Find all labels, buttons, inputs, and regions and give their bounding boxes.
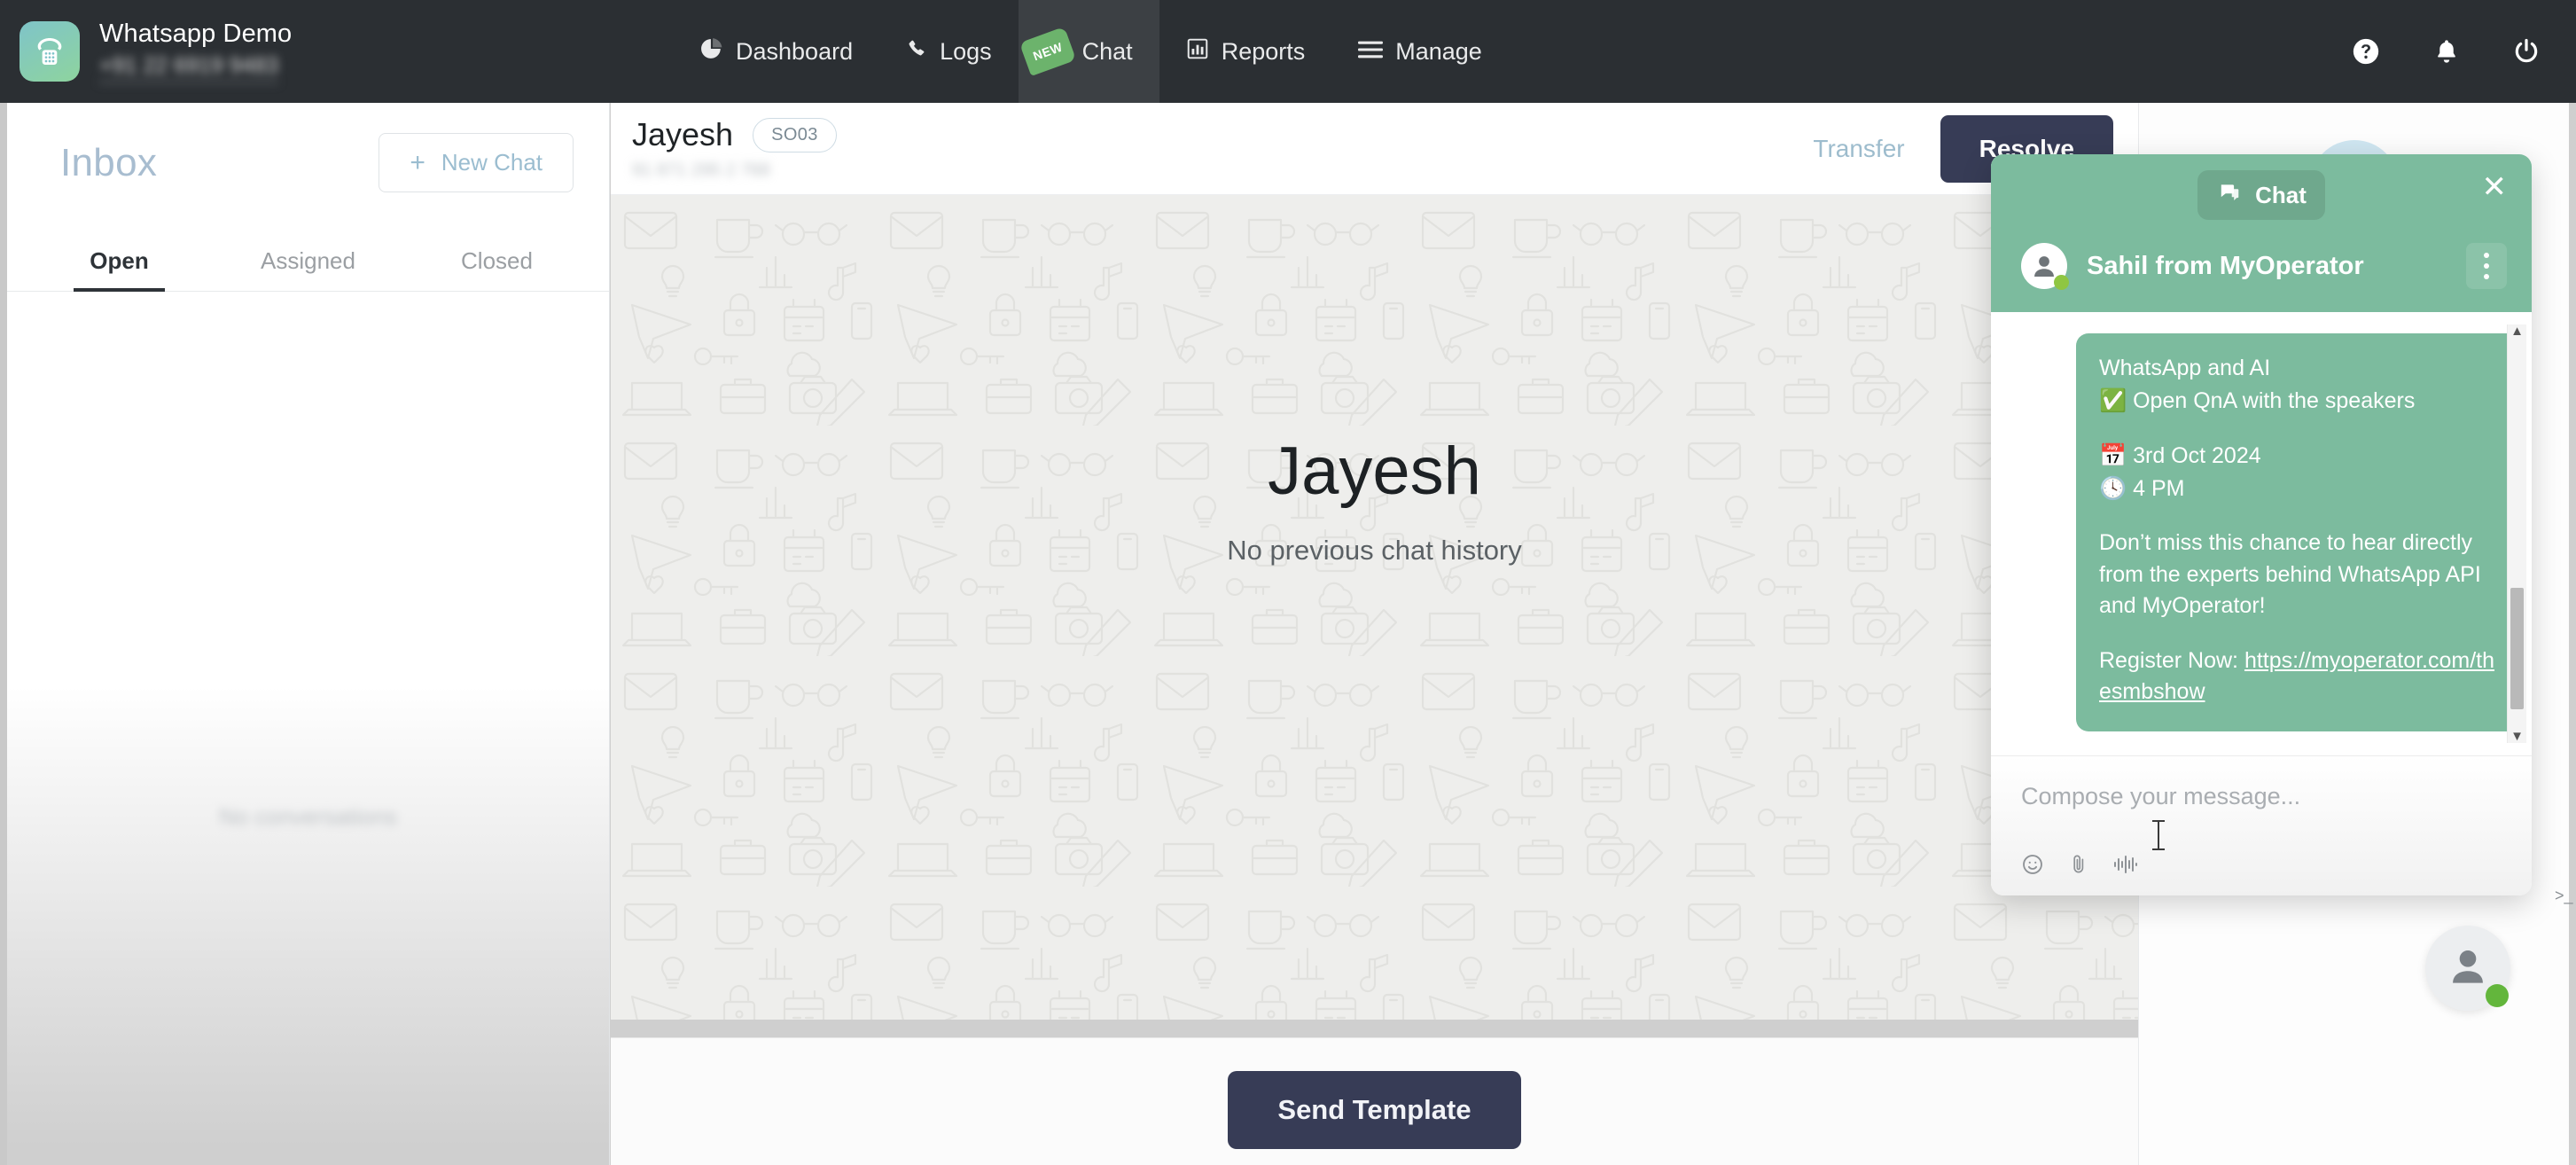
check-emoji: ✅	[2099, 387, 2127, 413]
message-line-2-text: Open QnA with the speakers	[2133, 388, 2415, 413]
widget-message-bubble: WhatsApp and AI ✅ Open QnA with the spea…	[2076, 333, 2519, 731]
widget-header: Chat ✕ Sahil from MyOperator	[1991, 154, 2532, 312]
page-title: Inbox	[60, 141, 157, 185]
empty-subtitle: No previous chat history	[611, 535, 2138, 567]
new-chat-label: New Chat	[441, 149, 543, 176]
sidebar-fade-overlay	[7, 686, 609, 1165]
brand[interactable]: Whatsapp Demo +91 22 6919 9483	[0, 20, 292, 83]
new-chat-button[interactable]: + New Chat	[379, 133, 574, 192]
old-telephone-icon	[20, 21, 80, 82]
bell-icon[interactable]	[2432, 36, 2461, 66]
tab-assigned[interactable]: Assigned	[214, 238, 402, 291]
person-icon	[2021, 243, 2067, 289]
conversation-header: Jayesh SO03 91 871 295 2 768 Transfer Re…	[611, 103, 2138, 195]
message-time: 4 PM	[2133, 476, 2184, 501]
inbox-header: Inbox + New Chat	[7, 103, 609, 192]
person-icon	[2445, 943, 2491, 994]
composer-tools	[2021, 853, 2502, 876]
conversation-pane: Jayesh SO03 91 871 295 2 768 Transfer Re…	[611, 103, 2138, 1165]
support-chat-widget: Chat ✕ Sahil from MyOperator WhatsApp an…	[1991, 154, 2532, 895]
text-cursor	[2158, 820, 2159, 850]
nav-item-label: Logs	[940, 38, 992, 66]
empty-conversation-state: Jayesh No previous chat history	[611, 433, 2138, 567]
contact-phone: 91 871 295 2 768	[632, 160, 837, 181]
message-line-1: WhatsApp and AI	[2099, 353, 2496, 385]
plus-icon: +	[410, 150, 425, 176]
nav-item-logs[interactable]: Logs	[879, 0, 1019, 103]
scroll-down-arrow[interactable]: ▼	[2510, 730, 2524, 743]
attachment-icon[interactable]	[2069, 853, 2088, 876]
pie-chart-icon	[700, 37, 723, 66]
bar-chart-icon	[1186, 37, 1209, 66]
left-gutter	[0, 103, 7, 1165]
online-indicator	[2486, 984, 2509, 1007]
message-time-line: 🕓 4 PM	[2099, 473, 2496, 505]
brand-title: Whatsapp Demo	[99, 20, 292, 49]
status-badge: SO03	[753, 118, 837, 152]
widget-chat-label: Chat	[2255, 182, 2307, 209]
voice-waveform-icon[interactable]	[2113, 853, 2138, 876]
message-date-line: 📅 3rd Oct 2024	[2099, 440, 2496, 473]
message-input-placeholder[interactable]: Compose your message...	[2021, 783, 2502, 810]
inbox-sidebar: Inbox + New Chat Open Assigned Closed No…	[7, 103, 610, 1165]
online-indicator	[2054, 275, 2069, 290]
widget-agent-row: Sahil from MyOperator	[1991, 220, 2532, 289]
help-icon[interactable]	[2351, 36, 2381, 66]
more-vertical-icon[interactable]	[2466, 243, 2507, 289]
widget-composer[interactable]: Compose your message...	[1991, 755, 2532, 895]
nav-item-label: Dashboard	[736, 38, 853, 66]
message-body: Don’t miss this chance to hear directly …	[2099, 528, 2496, 622]
send-template-button[interactable]: Send Template	[1228, 1071, 1520, 1149]
widget-message-list: WhatsApp and AI ✅ Open QnA with the spea…	[1991, 312, 2532, 755]
register-prefix: Register Now:	[2099, 648, 2244, 673]
whatsapp-doodle-pattern	[611, 195, 2138, 1020]
scrollbar-thumb[interactable]	[2510, 588, 2524, 709]
chat-bubbles-icon	[2216, 181, 2243, 210]
brand-phone: +91 22 6919 9483	[99, 53, 278, 83]
tab-open[interactable]: Open	[25, 238, 214, 291]
message-register-line: Register Now: https://myoperator.com/the…	[2099, 645, 2496, 708]
nav-item-dashboard[interactable]: Dashboard	[674, 0, 879, 103]
nav-item-label: Reports	[1222, 38, 1306, 66]
empty-contact-name: Jayesh	[611, 433, 2138, 510]
message-area: Jayesh No previous chat history	[611, 195, 2138, 1020]
nav-item-label: Manage	[1395, 38, 1482, 66]
power-icon[interactable]	[2512, 36, 2541, 66]
nav-actions	[2351, 0, 2541, 103]
nav-item-manage[interactable]: Manage	[1331, 0, 1509, 103]
nav-item-chat[interactable]: NEW Chat	[1019, 0, 1159, 103]
transfer-button[interactable]: Transfer	[1813, 135, 1904, 163]
emoji-icon[interactable]	[2021, 853, 2044, 876]
widget-chat-chip[interactable]: Chat	[2197, 170, 2325, 220]
nav-item-label: Chat	[1082, 38, 1133, 66]
message-date: 3rd Oct 2024	[2133, 443, 2261, 468]
tab-closed[interactable]: Closed	[402, 238, 591, 291]
floating-agent-avatar-button[interactable]	[2425, 926, 2510, 1011]
new-badge: NEW	[1019, 27, 1075, 76]
inbox-tabs: Open Assigned Closed	[7, 238, 609, 292]
calendar-emoji: 📅	[2099, 442, 2127, 468]
conversation-footer: Send Template	[611, 1020, 2138, 1165]
phone-icon	[906, 38, 927, 66]
app-root: Whatsapp Demo +91 22 6919 9483 Dashboard…	[0, 0, 2576, 1165]
hamburger-icon	[1358, 38, 1383, 66]
widget-agent-name: Sahil from MyOperator	[2087, 252, 2364, 281]
inbox-empty-state: No conversations	[7, 803, 609, 831]
nav-items: Dashboard Logs NEW Chat Reports	[674, 0, 1509, 103]
message-line-2: ✅ Open QnA with the speakers	[2099, 385, 2496, 418]
nav-item-reports[interactable]: Reports	[1159, 0, 1332, 103]
clock-emoji: 🕓	[2099, 475, 2127, 501]
resize-handle[interactable]: >_	[2555, 887, 2573, 905]
close-icon[interactable]: ✕	[2482, 172, 2508, 202]
scroll-up-arrow[interactable]: ▲	[2510, 324, 2524, 338]
top-navigation-bar: Whatsapp Demo +91 22 6919 9483 Dashboard…	[0, 0, 2576, 103]
contact-name: Jayesh	[632, 116, 733, 153]
widget-scrollbar[interactable]: ▲ ▼	[2507, 324, 2526, 743]
